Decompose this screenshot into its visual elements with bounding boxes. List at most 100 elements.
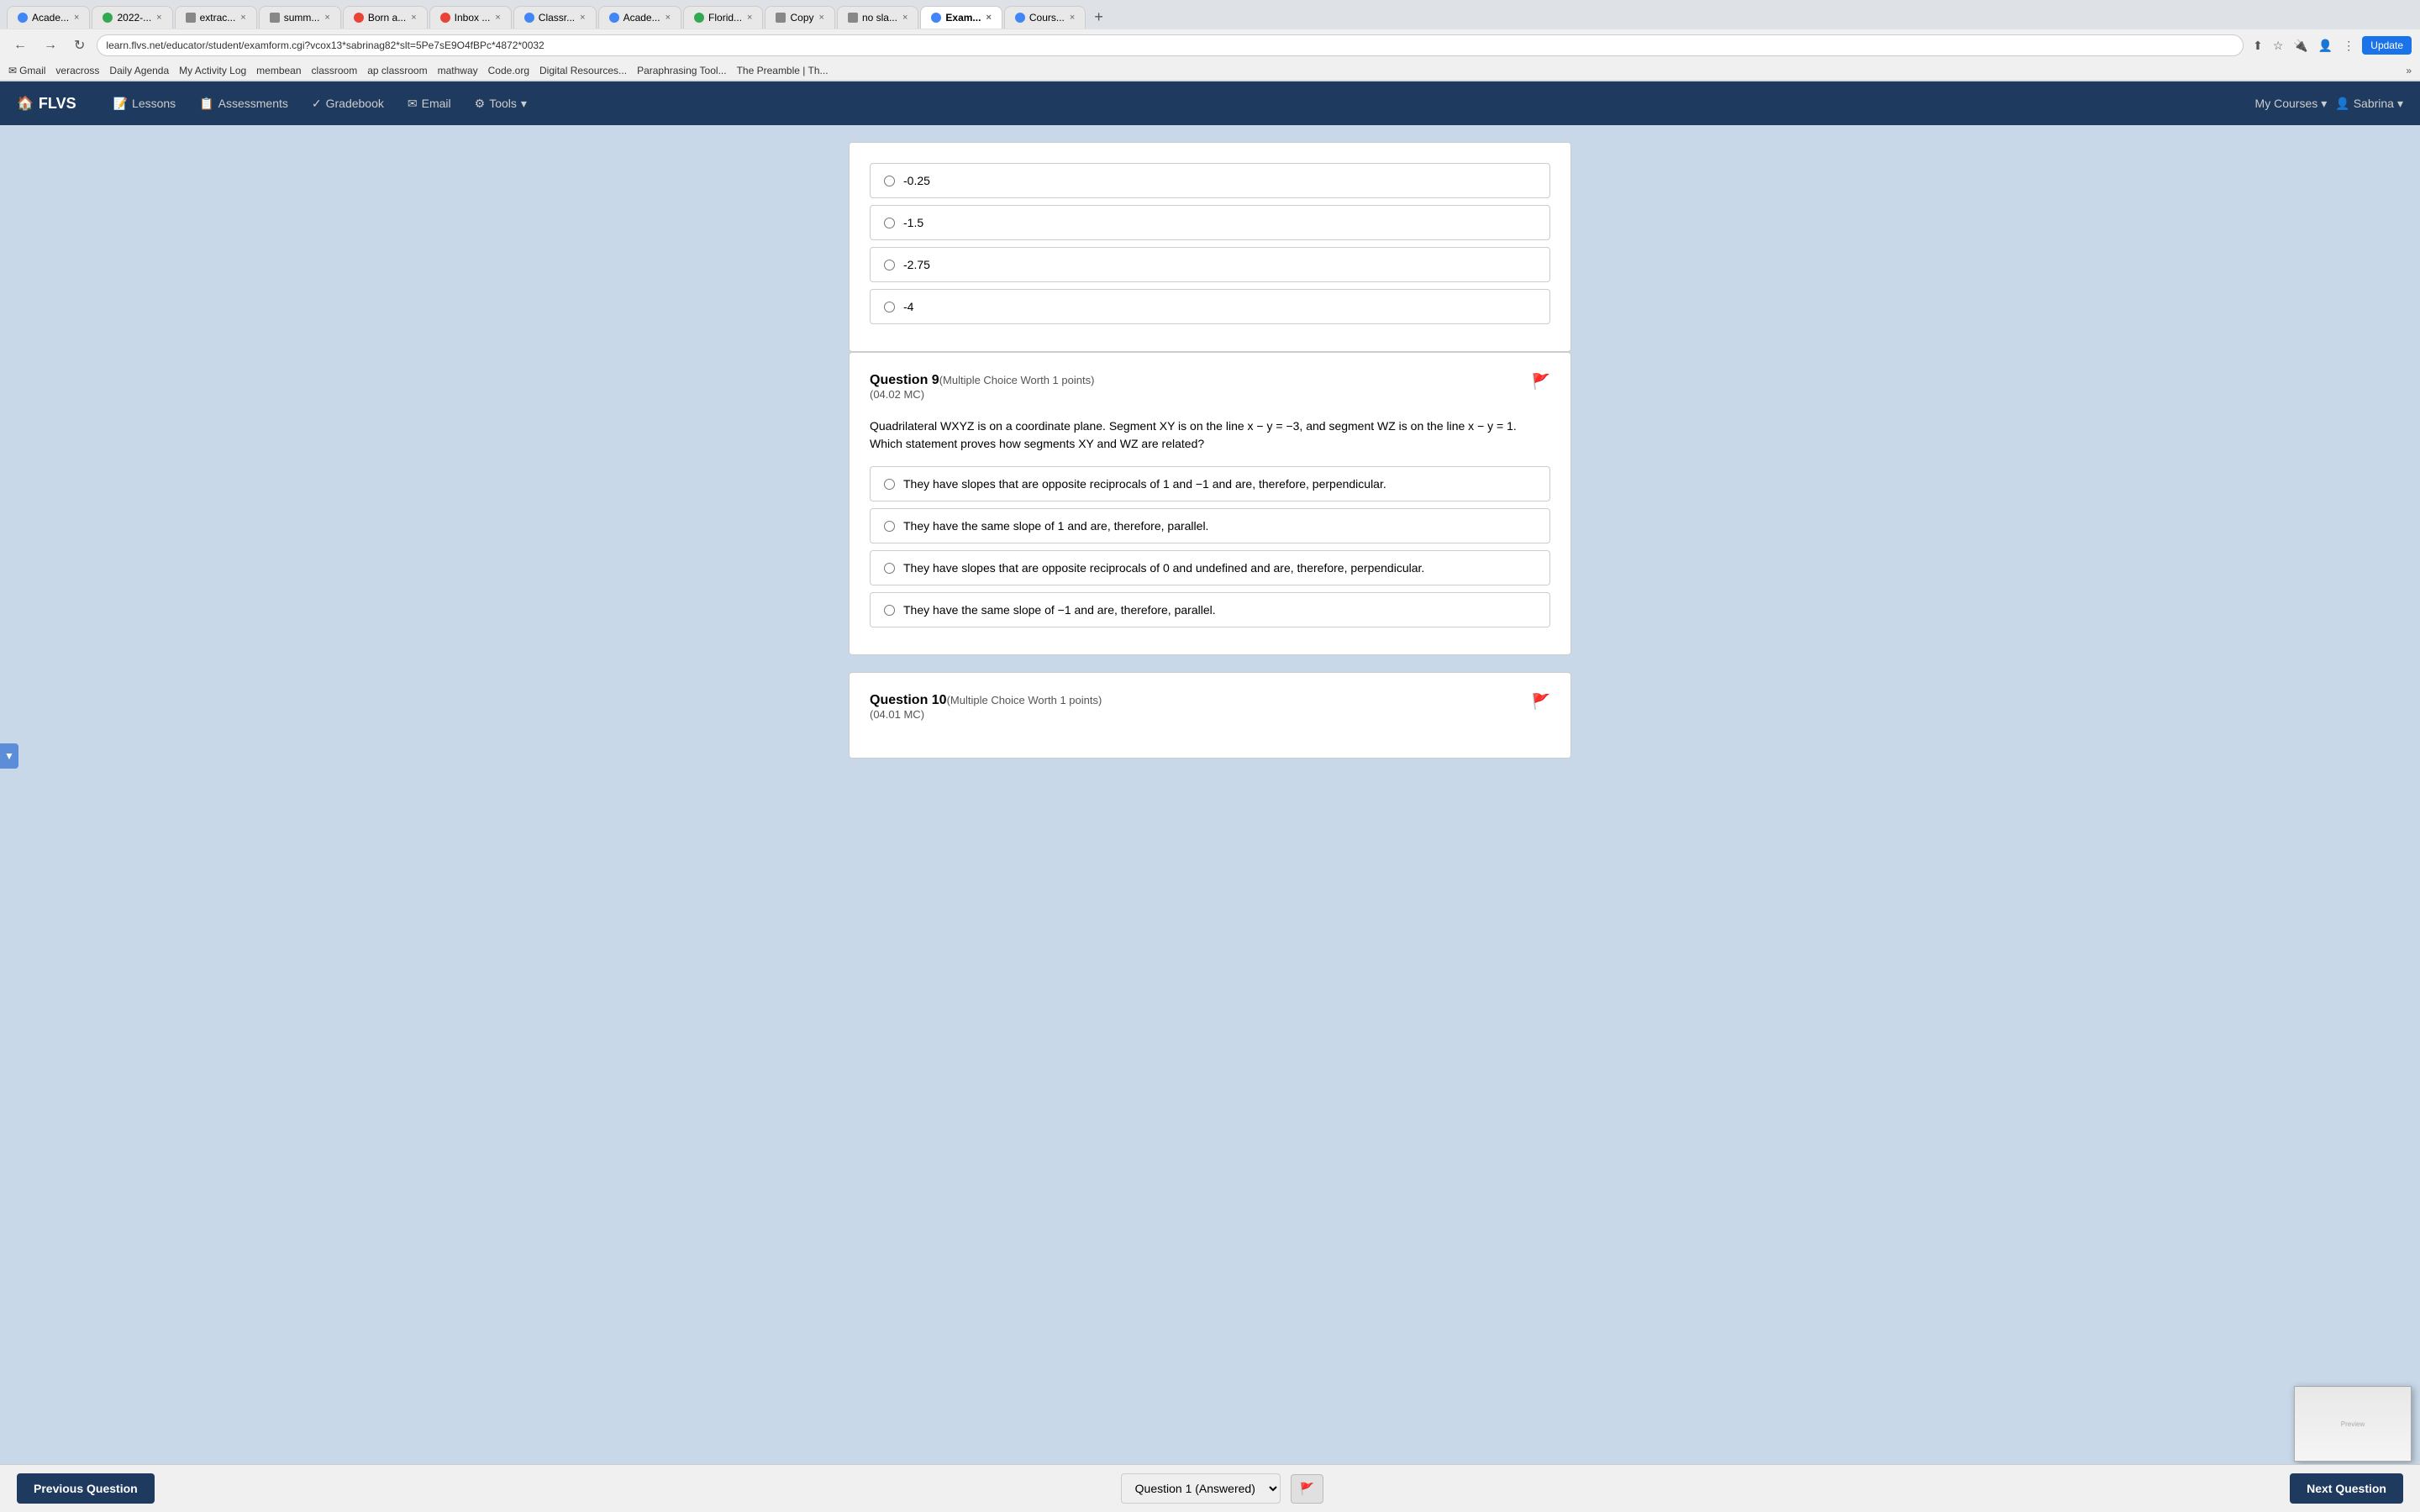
browser-tab-2[interactable]: 2022-... ×	[92, 6, 172, 29]
tab-close-12[interactable]: ×	[986, 13, 991, 23]
q9-option-a[interactable]: They have slopes that are opposite recip…	[870, 466, 1550, 501]
question-9-title: Question 9	[870, 373, 939, 387]
q8-option-d[interactable]: -4	[870, 289, 1550, 324]
new-tab-button[interactable]: +	[1087, 5, 1110, 29]
extension-icon[interactable]: 🔌	[2291, 36, 2310, 55]
app-nav-links: 📝 Lessons 📋 Assessments ✓ Gradebook ✉ Em…	[102, 81, 2255, 125]
bookmark-activity-log[interactable]: My Activity Log	[179, 65, 246, 76]
browser-tab-10[interactable]: Copy ×	[765, 6, 834, 29]
q8-radio-d[interactable]	[884, 302, 895, 312]
question-9-card: Question 9(Multiple Choice Worth 1 point…	[849, 352, 1571, 655]
app-brand[interactable]: 🏠 FLVS	[17, 95, 76, 113]
q8-radio-b[interactable]	[884, 218, 895, 228]
q8-option-b[interactable]: -1.5	[870, 205, 1550, 240]
profile-icon[interactable]: 👤	[2316, 36, 2335, 55]
bookmark-mathway[interactable]: mathway	[438, 65, 478, 76]
question-10-flag-icon[interactable]: 🚩	[1532, 693, 1550, 711]
my-courses-chevron-icon: ▾	[2321, 97, 2327, 111]
tab-close-13[interactable]: ×	[1070, 13, 1075, 23]
nav-tools[interactable]: ⚙ Tools ▾	[463, 81, 539, 125]
bookmark-membean[interactable]: membean	[256, 65, 301, 76]
bookmark-gmail[interactable]: ✉ Gmail	[8, 65, 45, 76]
q8-radio-a[interactable]	[884, 176, 895, 186]
tab-close-10[interactable]: ×	[819, 13, 824, 23]
nav-gradebook[interactable]: ✓ Gradebook	[300, 81, 396, 125]
question-9-title-area: Question 9(Multiple Choice Worth 1 point…	[870, 373, 1094, 411]
my-courses-dropdown[interactable]: My Courses ▾	[2255, 97, 2328, 111]
bookmark-preamble[interactable]: The Preamble | Th...	[737, 65, 829, 76]
flag-question-button[interactable]: 🚩	[1291, 1474, 1323, 1504]
gmail-icon: ✉	[8, 65, 17, 76]
browser-tab-9[interactable]: Florid... ×	[683, 6, 763, 29]
tab-close-3[interactable]: ×	[240, 13, 245, 23]
bookmark-codeorg[interactable]: Code.org	[488, 65, 529, 76]
tab-close-4[interactable]: ×	[324, 13, 329, 23]
question-9-flag-icon[interactable]: 🚩	[1532, 373, 1550, 391]
user-icon: 👤	[2335, 97, 2349, 111]
share-icon[interactable]: ⬆	[2250, 36, 2265, 55]
question-10-title: Question 10	[870, 693, 947, 707]
bookmark-ap-classroom[interactable]: ap classroom	[367, 65, 427, 76]
app-navigation: 🏠 FLVS 📝 Lessons 📋 Assessments ✓ Gradebo…	[0, 81, 2420, 125]
bookmark-daily-agenda[interactable]: Daily Agenda	[109, 65, 169, 76]
user-menu-dropdown[interactable]: 👤 Sabrina ▾	[2335, 97, 2403, 111]
tab-close-9[interactable]: ×	[747, 13, 752, 23]
tab-close-7[interactable]: ×	[580, 13, 585, 23]
sidebar-toggle-button[interactable]: ▼	[0, 743, 18, 769]
tab-close-6[interactable]: ×	[495, 13, 500, 23]
browser-tab-11[interactable]: no sla... ×	[837, 6, 918, 29]
bookmark-classroom[interactable]: classroom	[312, 65, 358, 76]
user-chevron-icon: ▾	[2397, 97, 2403, 111]
browser-chrome: Acade... × 2022-... × extrac... × summ..…	[0, 0, 2420, 81]
browser-tab-4[interactable]: summ... ×	[259, 6, 341, 29]
q8-option-c[interactable]: -2.75	[870, 247, 1550, 282]
tab-bar: Acade... × 2022-... × extrac... × summ..…	[0, 0, 2420, 29]
q9-option-c[interactable]: They have slopes that are opposite recip…	[870, 550, 1550, 585]
browser-tab-3[interactable]: extrac... ×	[175, 6, 257, 29]
q9-radio-a[interactable]	[884, 479, 895, 490]
bookmark-icon[interactable]: ☆	[2270, 36, 2286, 55]
nav-email[interactable]: ✉ Email	[396, 81, 463, 125]
bookmark-digital-resources[interactable]: Digital Resources...	[539, 65, 627, 76]
tab-close-5[interactable]: ×	[411, 13, 416, 23]
browser-tab-1[interactable]: Acade... ×	[7, 6, 90, 29]
browser-tab-8[interactable]: Acade... ×	[598, 6, 681, 29]
q9-option-d[interactable]: They have the same slope of −1 and are, …	[870, 592, 1550, 627]
question-select[interactable]: Question 1 (Answered)Question 2Question …	[1121, 1473, 1281, 1504]
browser-tab-7[interactable]: Classr... ×	[513, 6, 597, 29]
q8-radio-c[interactable]	[884, 260, 895, 270]
address-input[interactable]	[97, 34, 2244, 56]
question-selector-area: Question 1 (Answered)Question 2Question …	[1121, 1473, 1323, 1504]
reload-button[interactable]: ↻	[69, 35, 90, 55]
previous-question-button[interactable]: Previous Question	[17, 1473, 155, 1504]
tab-close-8[interactable]: ×	[666, 13, 671, 23]
update-button[interactable]: Update	[2362, 36, 2412, 55]
browser-tab-6[interactable]: Inbox ... ×	[429, 6, 512, 29]
q9-option-b[interactable]: They have the same slope of 1 and are, t…	[870, 508, 1550, 543]
browser-tab-5[interactable]: Born a... ×	[343, 6, 428, 29]
bookmark-veracross[interactable]: veracross	[55, 65, 99, 76]
bookmark-paraphrasing[interactable]: Paraphrasing Tool...	[637, 65, 727, 76]
tab-close-2[interactable]: ×	[156, 13, 161, 23]
q9-radio-b[interactable]	[884, 521, 895, 532]
tab-close-1[interactable]: ×	[74, 13, 79, 23]
nav-lessons[interactable]: 📝 Lessons	[102, 81, 188, 125]
forward-button[interactable]: →	[39, 36, 62, 55]
email-icon: ✉	[408, 97, 418, 111]
menu-icon[interactable]: ⋮	[2340, 36, 2357, 55]
nav-assessments[interactable]: 📋 Assessments	[187, 81, 300, 125]
next-question-button[interactable]: Next Question	[2290, 1473, 2403, 1504]
browser-tab-12[interactable]: Exam... ×	[920, 6, 1002, 29]
q9-radio-c[interactable]	[884, 563, 895, 574]
tab-close-11[interactable]: ×	[902, 13, 908, 23]
back-button[interactable]: ←	[8, 36, 32, 55]
browser-toolbar-icons: ⬆ ☆ 🔌 👤 ⋮ Update	[2250, 36, 2412, 55]
bookmarks-more[interactable]: »	[2406, 65, 2412, 76]
browser-tab-13[interactable]: Cours... ×	[1004, 6, 1086, 29]
q8-option-a[interactable]: -0.25	[870, 163, 1550, 198]
question-9-header: Question 9(Multiple Choice Worth 1 point…	[870, 373, 1550, 411]
tools-icon: ⚙	[475, 97, 486, 111]
q9-radio-d[interactable]	[884, 605, 895, 616]
thumbnail-inner: Preview	[2295, 1387, 2411, 1461]
question-9-meta-code: (04.02 MC)	[870, 388, 1094, 401]
